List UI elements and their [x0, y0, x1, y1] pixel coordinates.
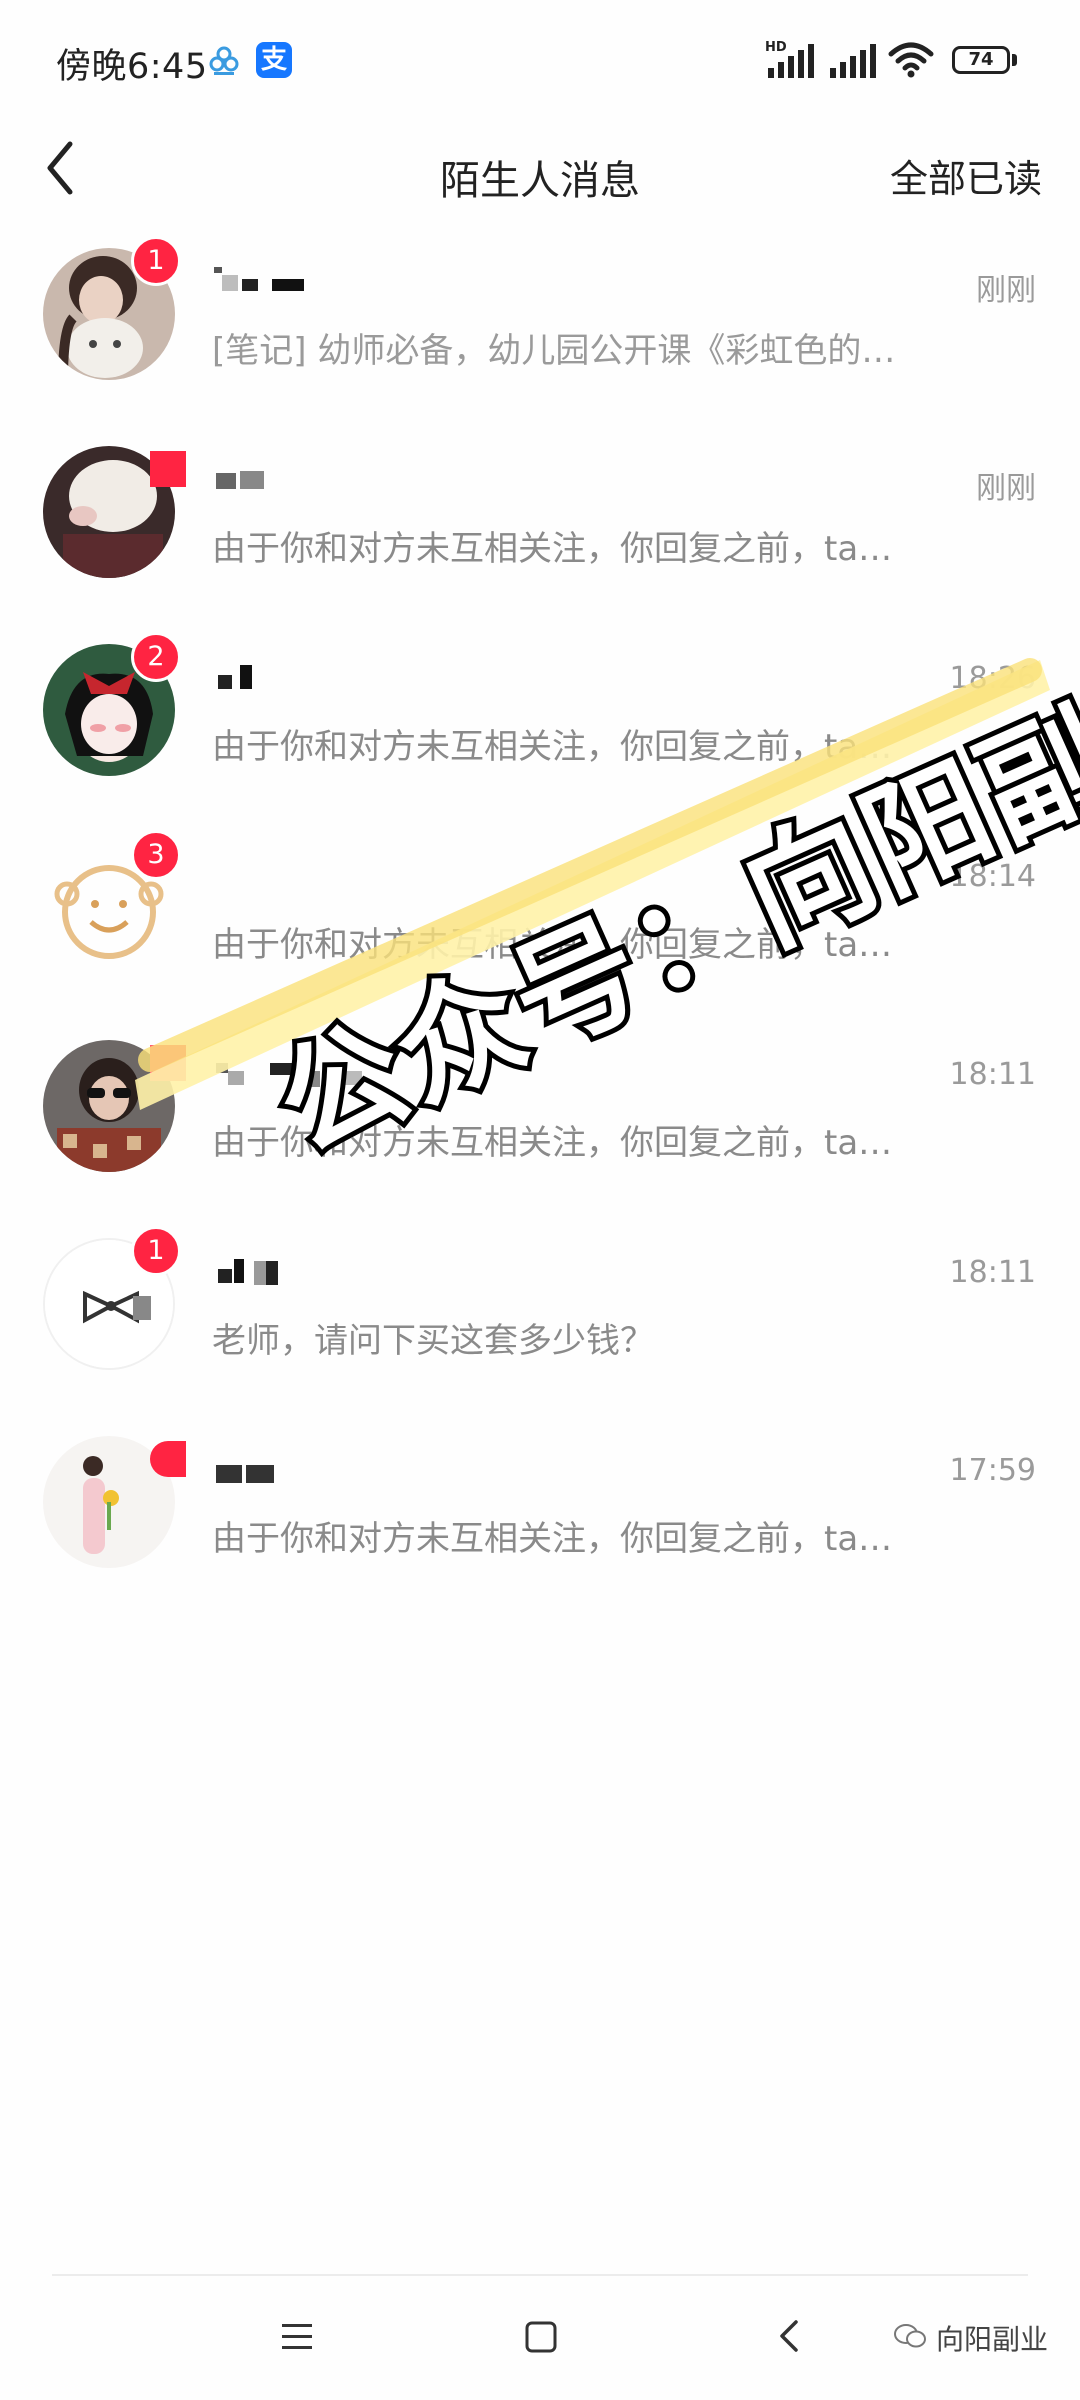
message-time: 18:14: [949, 859, 1036, 894]
unread-badge: [150, 1045, 186, 1081]
alipay-icon: 支: [256, 42, 292, 78]
message-time: 刚刚: [976, 273, 1036, 308]
message-time: 18:11: [949, 1057, 1036, 1092]
message-list: 1 刚刚 [笔记] 幼师必备，幼儿园公开课《彩虹色的… 刚刚 由于你和对方未互相…: [0, 225, 1080, 1611]
list-item[interactable]: 18:11 由于你和对方未互相关注，你回复之前，ta…: [0, 1017, 1080, 1215]
message-preview: 由于你和对方未互相关注，你回复之前，ta…: [212, 727, 893, 767]
name-redacted: [218, 665, 252, 689]
mark-all-read-button[interactable]: 全部已读: [890, 148, 1042, 203]
list-item[interactable]: 1 刚刚 [笔记] 幼师必备，幼儿园公开课《彩虹色的…: [0, 225, 1080, 423]
battery-icon: 74: [952, 46, 1010, 74]
message-time: 18:11: [949, 1255, 1036, 1290]
message-time: 刚刚: [976, 471, 1036, 506]
list-item[interactable]: 3 18:14 由于你和对方未互相关注，你回复之前，ta…: [0, 819, 1080, 1017]
battery-tip: [1012, 54, 1017, 66]
cloud-app-icon: [209, 46, 239, 75]
message-preview: 由于你和对方未互相关注，你回复之前，ta…: [212, 1519, 893, 1559]
battery-level: 74: [968, 49, 994, 70]
list-item[interactable]: 刚刚 由于你和对方未互相关注，你回复之前，ta…: [0, 423, 1080, 621]
message-preview: [笔记] 幼师必备，幼儿园公开课《彩虹色的…: [212, 331, 896, 371]
back-icon[interactable]: [760, 2306, 820, 2366]
signal-icon: [768, 44, 814, 78]
name-redacted: [218, 1259, 278, 1285]
list-item[interactable]: 2 18:26 由于你和对方未互相关注，你回复之前，ta…: [0, 621, 1080, 819]
unread-badge: 2: [131, 632, 181, 682]
name-redacted: [214, 267, 304, 291]
unread-badge: 1: [131, 236, 181, 286]
unread-badge: [150, 1441, 186, 1477]
name-redacted: [216, 1465, 274, 1483]
message-preview: 由于你和对方未互相关注，你回复之前，ta…: [212, 925, 893, 965]
list-item[interactable]: 17:59 由于你和对方未互相关注，你回复之前，ta…: [0, 1413, 1080, 1611]
name-redacted: [216, 1063, 362, 1087]
home-icon[interactable]: [510, 2306, 570, 2366]
status-bar: 傍晚6:45 支 HD 74: [0, 0, 1080, 120]
status-time: 傍晚6:45: [56, 47, 208, 87]
name-redacted: [216, 471, 264, 489]
message-preview: 由于你和对方未互相关注，你回复之前，ta…: [212, 1123, 893, 1163]
unread-badge: [150, 451, 186, 487]
watermark-footer: 向阳副业: [936, 2323, 1049, 2356]
unread-badge: 3: [131, 830, 181, 880]
wifi-icon: [888, 42, 934, 78]
list-item[interactable]: 1 18:11 老师，请问下买这套多少钱？: [0, 1215, 1080, 1413]
message-time: 18:26: [949, 661, 1036, 696]
unread-badge: 1: [131, 1226, 181, 1276]
wechat-icon: [894, 2324, 926, 2348]
signal-icon: [830, 44, 876, 78]
header: 陌生人消息 全部已读: [0, 120, 1080, 220]
message-preview: 老师，请问下买这套多少钱？: [212, 1321, 654, 1361]
message-time: 17:59: [949, 1453, 1036, 1488]
message-preview: 由于你和对方未互相关注，你回复之前，ta…: [212, 529, 893, 569]
menu-icon[interactable]: [266, 2306, 326, 2366]
